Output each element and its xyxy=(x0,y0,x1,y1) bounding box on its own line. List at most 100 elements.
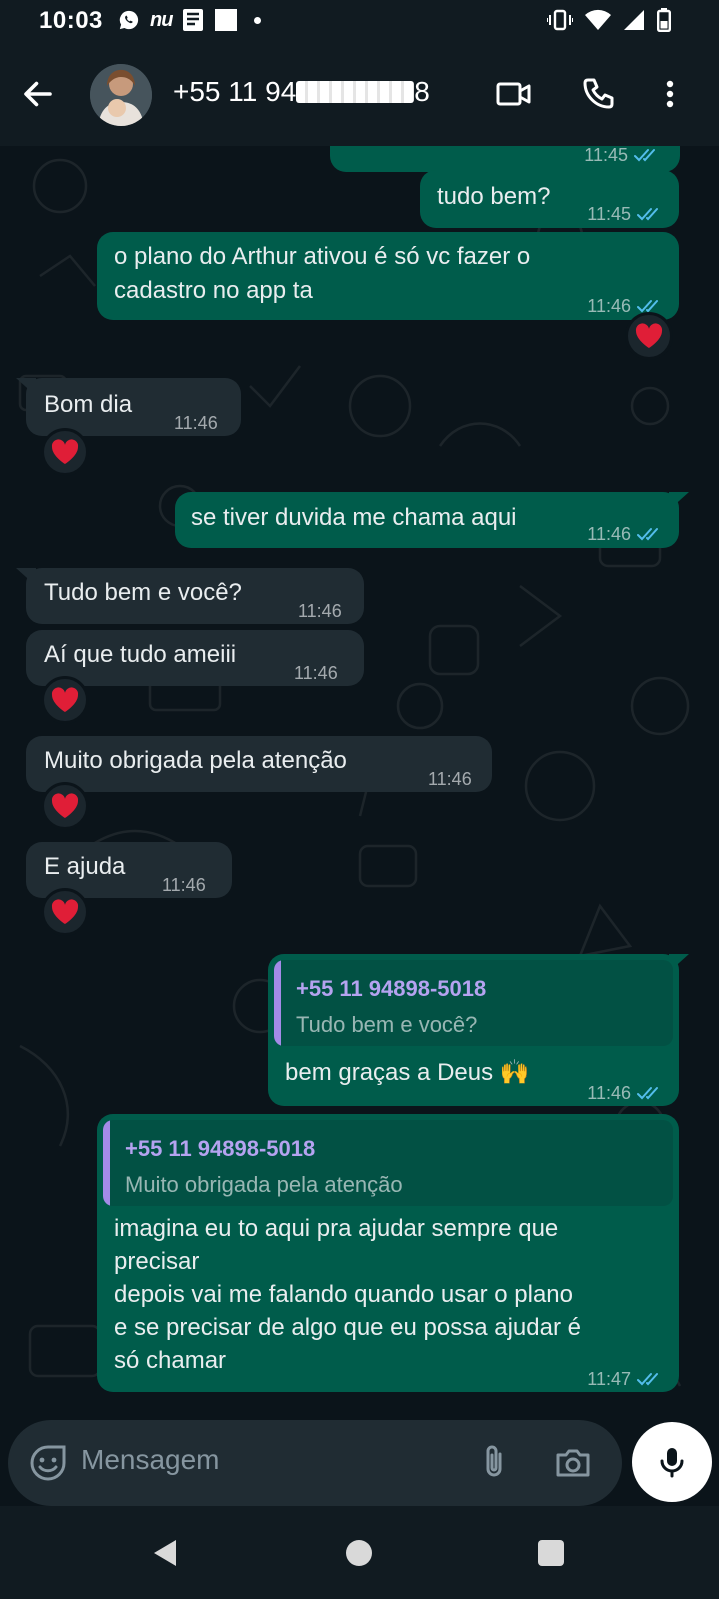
message-text-line: e se precisar de algo que eu possa ajuda… xyxy=(114,1314,581,1341)
message-time: 11:46 xyxy=(587,296,631,316)
quoted-message[interactable]: +55 11 94898-5018 Muito obrigada pela at… xyxy=(103,1120,673,1206)
message-bubble-outgoing-reply[interactable]: +55 11 94898-5018 Muito obrigada pela at… xyxy=(97,1114,679,1392)
nubank-icon: nu xyxy=(150,8,173,31)
vibrate-icon xyxy=(547,9,573,31)
message-time: 11:45 xyxy=(587,204,631,224)
message-bubble-outgoing[interactable]: tudo bem? 11:45 xyxy=(420,170,679,228)
recents-square-icon[interactable] xyxy=(538,1540,564,1566)
message-bubble-outgoing[interactable]: o plano do Arthur ativou é só vc fazer o… xyxy=(97,232,679,320)
message-bubble-incoming[interactable]: Aí que tudo ameiii 11:46 xyxy=(26,630,364,686)
message-input-placeholder[interactable]: Mensagem xyxy=(81,1444,220,1476)
bubble-tail xyxy=(16,378,36,396)
message-bubble-outgoing[interactable]: se tiver duvida me chama aqui 11:46 xyxy=(175,492,689,551)
heart-icon xyxy=(51,439,79,464)
message-bubble-incoming[interactable]: Muito obrigada pela atenção 11:46 xyxy=(26,736,492,792)
message-time: 11:45 xyxy=(584,146,628,165)
heart-reaction[interactable] xyxy=(41,428,89,476)
news-icon xyxy=(183,9,204,31)
home-circle-icon[interactable] xyxy=(346,1540,372,1566)
message-time: 11:46 xyxy=(298,601,342,621)
heart-reaction[interactable] xyxy=(41,888,89,936)
quoted-text: Tudo bem e você? xyxy=(296,1012,478,1037)
system-navigation-bar xyxy=(0,1506,719,1599)
battery-icon xyxy=(657,8,671,32)
message-time: 11:46 xyxy=(587,1083,631,1103)
emoji-icon[interactable] xyxy=(28,1443,68,1483)
message-meta: 11:47 xyxy=(587,1362,663,1396)
contact-name-suffix: 8 xyxy=(414,76,430,107)
message-meta: 11:45 xyxy=(587,197,663,231)
more-options-icon[interactable] xyxy=(650,74,690,114)
attach-icon[interactable] xyxy=(474,1442,514,1482)
heart-icon xyxy=(635,323,663,348)
message-text-line: depois vai me falando quando usar o plan… xyxy=(114,1281,573,1308)
contact-name-prefix: +55 11 94 xyxy=(173,76,297,107)
message-meta: 11:45 xyxy=(584,146,660,172)
video-call-icon[interactable] xyxy=(494,74,534,114)
heart-reaction[interactable] xyxy=(625,312,673,360)
signal-icon xyxy=(624,10,644,30)
quoted-text: Muito obrigada pela atenção xyxy=(125,1172,403,1197)
quoted-message[interactable]: +55 11 94898-5018 Tudo bem e você? xyxy=(274,960,673,1046)
heart-icon xyxy=(51,899,79,924)
quote-accent-bar xyxy=(103,1120,110,1206)
heart-icon xyxy=(51,687,79,712)
quote-accent-bar xyxy=(274,960,281,1046)
back-triangle-icon[interactable] xyxy=(150,1537,180,1569)
square-icon xyxy=(215,9,238,31)
composer-bar: Mensagem xyxy=(0,1408,719,1506)
back-arrow-icon[interactable] xyxy=(20,76,56,112)
message-text-body: bem graças a Deus xyxy=(285,1059,494,1086)
read-receipt-icon xyxy=(637,208,658,221)
heart-reaction[interactable] xyxy=(41,782,89,830)
heart-reaction[interactable] xyxy=(41,676,89,724)
quoted-sender: +55 11 94898-5018 xyxy=(296,976,487,1001)
message-time: 11:46 xyxy=(428,769,472,789)
message-meta: 11:46 xyxy=(587,1076,663,1110)
message-text-line: cadastro no app ta xyxy=(114,277,313,304)
quoted-sender: +55 11 94898-5018 xyxy=(125,1136,316,1161)
message-time: 11:47 xyxy=(587,1369,631,1389)
raising-hands-emoji: 🙌 xyxy=(499,1059,530,1086)
voice-call-icon[interactable] xyxy=(578,74,618,114)
camera-icon[interactable] xyxy=(552,1442,594,1484)
message-text: Aí que tudo ameiii xyxy=(44,641,237,668)
message-meta: 11:46 xyxy=(298,594,342,628)
contact-name[interactable]: +55 11 94 8 xyxy=(173,76,430,108)
message-meta: 11:46 xyxy=(162,868,206,902)
message-time: 11:46 xyxy=(294,663,338,683)
chat-header: +55 11 94 8 xyxy=(0,40,719,146)
message-text: E ajuda xyxy=(44,853,126,880)
message-bubble-outgoing[interactable]: 11:45 xyxy=(330,146,680,172)
message-time: 11:46 xyxy=(174,413,218,433)
more-notifications-dot xyxy=(254,16,262,24)
contact-avatar[interactable] xyxy=(90,64,152,126)
message-text: tudo bem? xyxy=(437,183,551,210)
heart-icon xyxy=(51,793,79,818)
message-time: 11:46 xyxy=(162,875,206,895)
bubble-tail xyxy=(669,492,689,510)
wifi-icon xyxy=(585,9,611,30)
message-bubble-incoming[interactable]: Tudo bem e você? 11:46 xyxy=(16,568,364,624)
message-meta: 11:46 xyxy=(587,517,663,551)
voice-message-button[interactable] xyxy=(632,1422,712,1502)
message-text: bem graças a Deus 🙌 xyxy=(285,1056,530,1090)
message-meta: 11:46 xyxy=(428,762,472,796)
message-bubble-incoming[interactable]: Bom dia 11:46 xyxy=(16,378,241,436)
message-input-field[interactable]: Mensagem xyxy=(8,1420,622,1506)
whatsapp-icon xyxy=(119,10,139,30)
read-receipt-icon xyxy=(637,1373,658,1386)
status-bar: 10:03 nu xyxy=(0,0,719,40)
message-text: Bom dia xyxy=(44,391,133,418)
message-text-line: o plano do Arthur ativou é só vc fazer o xyxy=(114,243,531,270)
status-time: 10:03 xyxy=(39,7,103,34)
message-text: se tiver duvida me chama aqui xyxy=(191,504,517,531)
message-time: 11:46 xyxy=(587,524,631,544)
message-meta: 11:46 xyxy=(174,406,218,440)
message-list[interactable]: 11:45 tudo bem? 11:45 o plano do Arthur … xyxy=(0,146,719,1502)
microphone-icon xyxy=(660,1448,684,1478)
message-text-line: imagina eu to aqui pra ajudar sempre que xyxy=(114,1215,559,1242)
message-bubble-outgoing-reply[interactable]: +55 11 94898-5018 Tudo bem e você? bem g… xyxy=(268,954,689,1106)
bubble-tail xyxy=(16,568,36,586)
message-text-line: só chamar xyxy=(114,1347,227,1374)
